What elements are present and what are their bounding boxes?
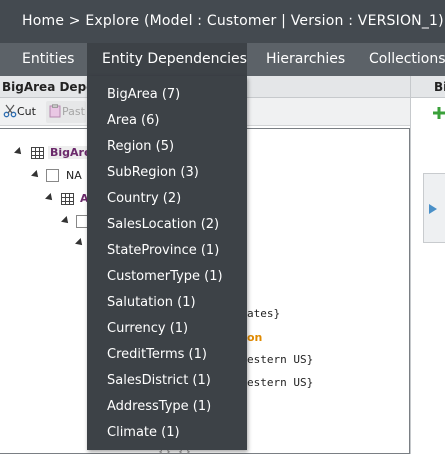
menu-item-climate[interactable]: Climate (1) — [107, 423, 180, 443]
tree-node-member[interactable]: NA — [66, 169, 82, 182]
menu-item-region[interactable]: Region (5) — [107, 137, 174, 157]
scissors-icon — [3, 104, 17, 118]
menu-item-currency[interactable]: Currency (1) — [107, 319, 188, 339]
tab-collections[interactable]: Collections — [369, 43, 445, 76]
tree-checkbox[interactable] — [46, 169, 59, 182]
breadcrumb: Home > Explore (Model : Customer | Versi… — [22, 13, 444, 29]
entity-dependencies-menu: BigArea (7) Area (6) Region (5) SubRegio… — [87, 76, 247, 450]
tree-node-fragment: on — [247, 331, 263, 344]
tree-node-fragment: estern US} — [247, 376, 314, 389]
tree-node-fragment: ates} — [247, 307, 281, 320]
right-panel-title-text: Bi — [434, 80, 445, 94]
entity-grid-icon — [61, 193, 74, 205]
cut-button[interactable]: Cut — [3, 101, 36, 123]
collapse-arrow-icon[interactable] — [14, 147, 24, 157]
tree-node-label: NA — [66, 169, 82, 182]
tab-label: Entities — [22, 51, 75, 67]
collapse-arrow-icon[interactable] — [31, 170, 41, 180]
main-nav: Entities Entity Dependencies Hierarchies… — [0, 43, 445, 76]
menu-item-customertype[interactable]: CustomerType (1) — [107, 267, 223, 287]
tab-entities[interactable]: Entities — [22, 43, 74, 76]
paste-label: Past — [62, 105, 85, 118]
menu-item-salutation[interactable]: Salutation (1) — [107, 293, 196, 313]
tab-entity-dependencies[interactable]: Entity Dependencies — [87, 43, 247, 76]
menu-item-area[interactable]: Area (6) — [107, 111, 159, 131]
menu-item-creditterms[interactable]: CreditTerms (1) — [107, 345, 207, 365]
collapse-arrow-icon[interactable] — [45, 193, 55, 203]
menu-item-bigarea[interactable]: BigArea (7) — [107, 85, 180, 105]
menu-item-subregion[interactable]: SubRegion (3) — [107, 163, 199, 183]
menu-item-addresstype[interactable]: AddressType (1) — [107, 397, 211, 417]
menu-item-stateprovince[interactable]: StateProvince (1) — [107, 241, 219, 261]
right-panel: Bi — [410, 76, 445, 454]
collapse-arrow-icon[interactable] — [61, 216, 71, 226]
menu-item-salesdistrict[interactable]: SalesDistrict (1) — [107, 371, 211, 391]
tab-label: Entity Dependencies — [102, 51, 247, 67]
add-icon[interactable] — [433, 107, 445, 119]
expand-row-icon[interactable] — [429, 204, 437, 214]
cut-label: Cut — [17, 105, 36, 118]
collapse-arrow-icon[interactable] — [75, 238, 85, 248]
panel-title-text: BigArea Depe — [2, 80, 95, 94]
menu-item-saleslocation[interactable]: SalesLocation (2) — [107, 215, 219, 235]
menu-item-country[interactable]: Country (2) — [107, 189, 181, 209]
tree-node-fragment: estern US} — [247, 353, 314, 366]
tab-label: Hierarchies — [266, 51, 346, 67]
tab-label: Collections — [369, 51, 445, 67]
tab-hierarchies[interactable]: Hierarchies — [266, 43, 345, 76]
right-panel-title: Bi — [411, 76, 445, 98]
tree-node-label: BigAre — [50, 146, 92, 159]
breadcrumb-bar: Home > Explore (Model : Customer | Versi… — [0, 0, 445, 43]
clipboard-icon — [49, 104, 61, 118]
paste-button[interactable]: Past — [46, 101, 86, 123]
entity-grid-icon — [31, 147, 44, 159]
